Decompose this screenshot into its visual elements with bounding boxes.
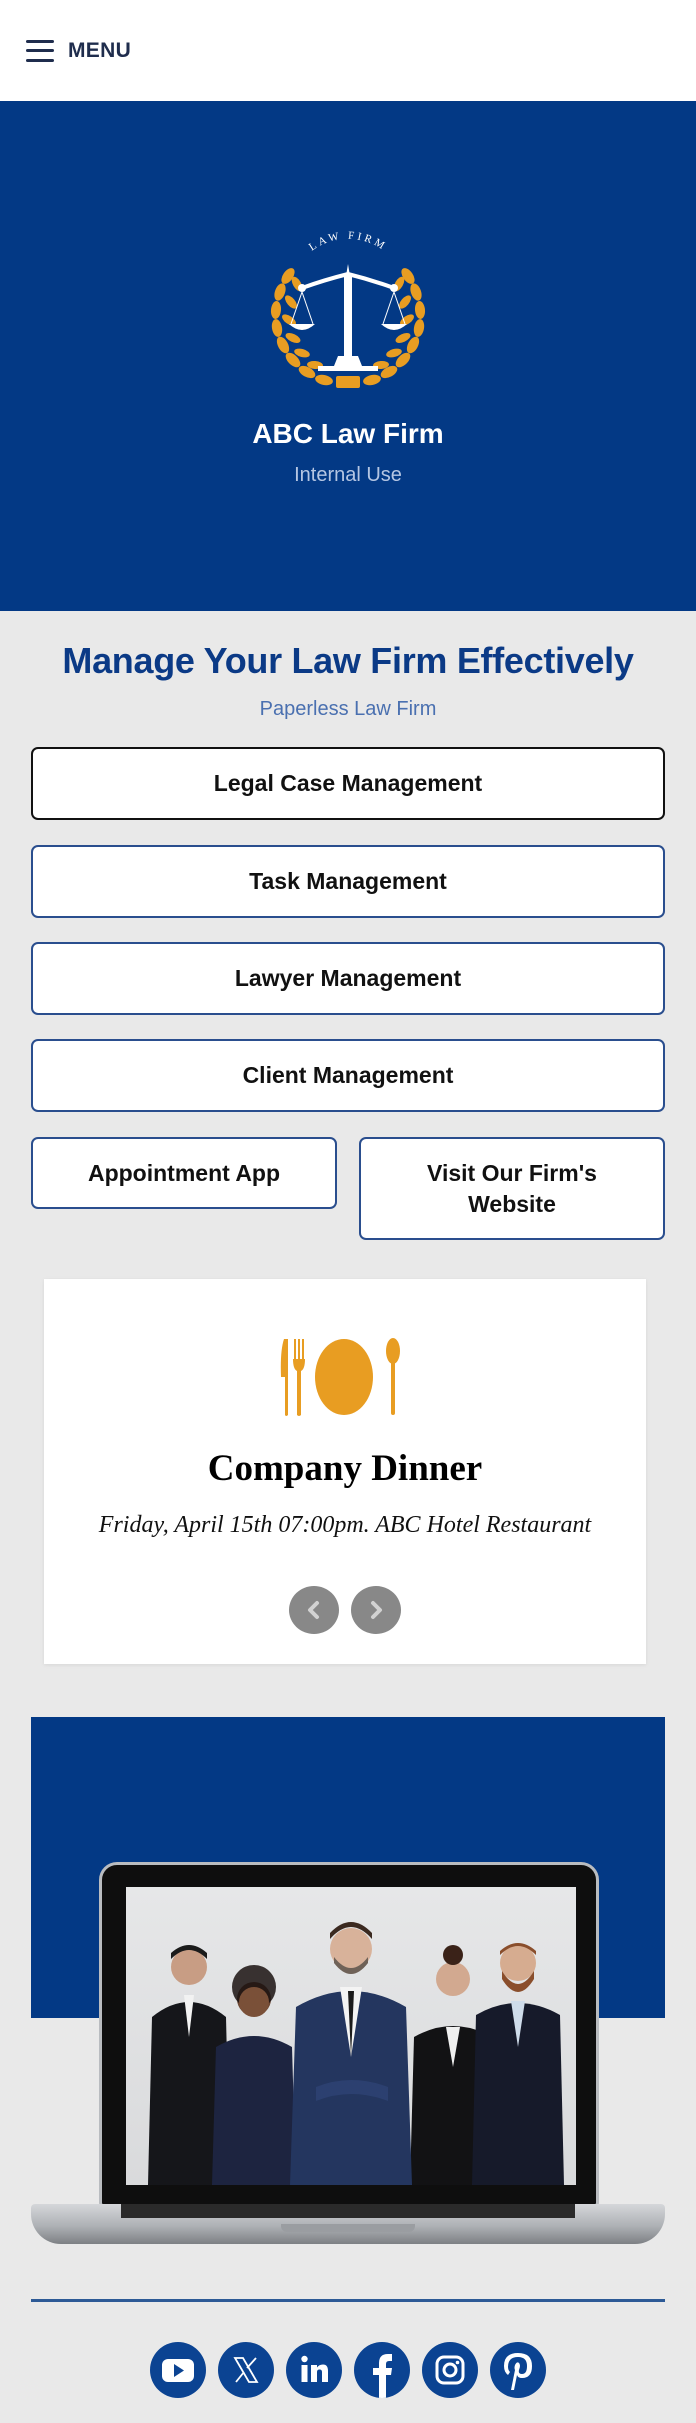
logo-text: LAW FIRM <box>307 230 386 254</box>
linkedin-icon <box>301 2355 328 2382</box>
linkedin-link[interactable] <box>286 2342 342 2398</box>
task-management-button[interactable]: Task Management <box>31 845 665 918</box>
top-bar: MENU <box>0 0 696 101</box>
hamburger-icon <box>26 39 54 62</box>
team-photo <box>126 1887 576 2185</box>
laptop-notch <box>281 2224 415 2232</box>
facebook-icon <box>373 2354 392 2398</box>
laptop-team-image <box>31 1862 665 2254</box>
team-photo-illustration <box>148 1922 564 2185</box>
pinterest-link[interactable] <box>490 2342 546 2398</box>
youtube-icon <box>162 2359 194 2382</box>
firm-tagline: Internal Use <box>294 464 402 486</box>
firm-name: ABC Law Firm <box>252 418 444 449</box>
youtube-link[interactable] <box>150 2342 206 2398</box>
lawyer-management-button[interactable]: Lawyer Management <box>31 942 665 1015</box>
scales-of-justice-laurel-icon: LAW FIRM <box>270 230 426 388</box>
x-icon <box>233 2357 259 2383</box>
carousel-prev-button[interactable] <box>289 1586 339 1634</box>
visit-website-button[interactable]: Visit Our Firm's Website <box>359 1137 665 1240</box>
event-title: Company Dinner <box>207 1448 483 1489</box>
chevron-right-icon <box>371 1601 382 1619</box>
x-link[interactable] <box>218 2342 274 2398</box>
laptop-lid <box>99 1862 599 2207</box>
facebook-link[interactable] <box>354 2342 410 2398</box>
menu-button[interactable]: MENU <box>26 39 131 63</box>
instagram-link[interactable] <box>422 2342 478 2398</box>
page-subtitle: Paperless Law Firm <box>259 698 437 720</box>
appointment-app-button[interactable]: Appointment App <box>31 1137 337 1209</box>
legal-case-management-button[interactable]: Legal Case Management <box>31 747 665 820</box>
dinner-plate-icon <box>280 1338 400 1416</box>
laptop-keyboard <box>121 2204 575 2218</box>
menu-label: MENU <box>68 38 132 62</box>
chevron-left-icon <box>308 1601 319 1619</box>
instagram-icon <box>435 2355 465 2385</box>
page-title: Manage Your Law Firm Effectively <box>62 640 634 681</box>
client-management-button[interactable]: Client Management <box>31 1039 665 1112</box>
footer-divider <box>31 2299 665 2302</box>
pinterest-icon <box>504 2353 532 2390</box>
social-links <box>0 2342 696 2398</box>
event-carousel-card: Company Dinner Friday, April 15th 07:00p… <box>44 1279 646 1664</box>
svg-text:LAW FIRM: LAW FIRM <box>307 230 389 254</box>
event-description: Friday, April 15th 07:00pm. ABC Hotel Re… <box>98 1512 592 1538</box>
carousel-next-button[interactable] <box>351 1586 401 1634</box>
